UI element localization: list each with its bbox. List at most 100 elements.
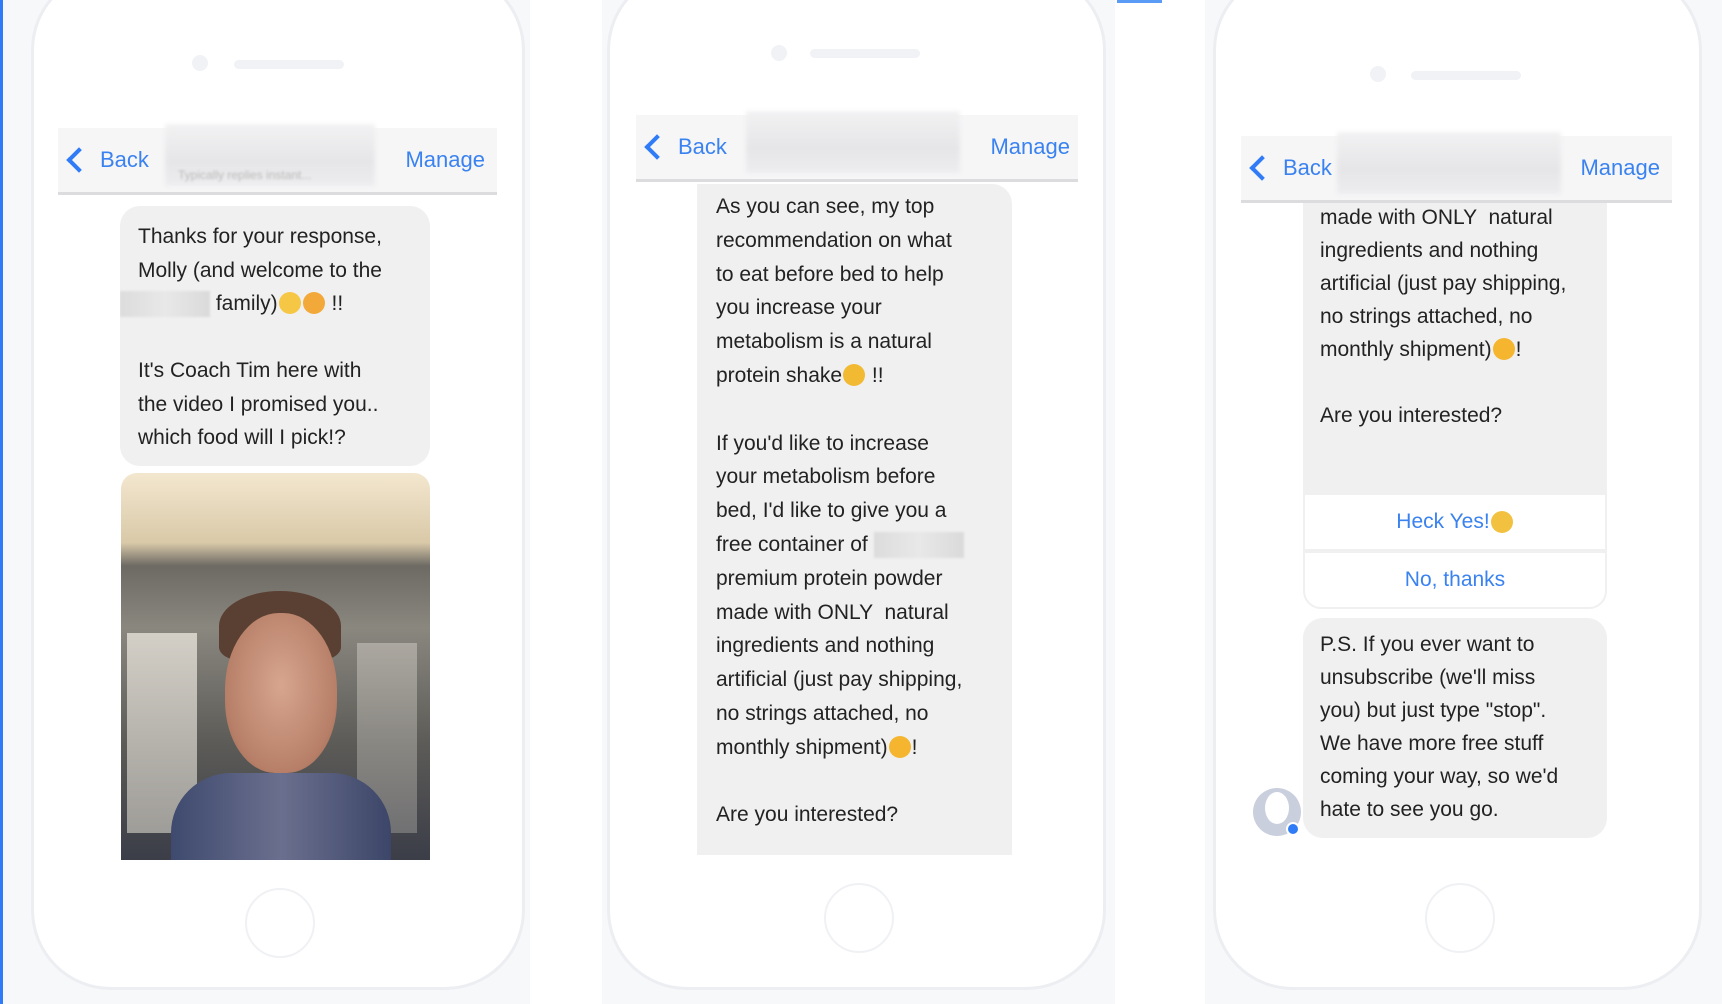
grinning-face-icon xyxy=(888,735,911,758)
hugging-face-icon xyxy=(302,292,325,314)
redacted-brand-name xyxy=(873,532,964,559)
message-text: !! xyxy=(866,363,884,387)
message-text: the video I promised you.. xyxy=(138,392,379,416)
redacted-page-name xyxy=(746,111,960,173)
video-thumbnail[interactable] xyxy=(121,473,430,860)
message-line: protein shake !! xyxy=(716,359,1012,393)
message-line: bed, I'd like to give you a xyxy=(716,494,1012,528)
message-line: Are you interested? xyxy=(1320,399,1607,432)
message-bubble: Thanks for your response, Molly (and welc… xyxy=(120,206,430,466)
grinning-face-icon xyxy=(1492,338,1515,360)
camera xyxy=(771,45,787,61)
message-text: your metabolism before xyxy=(716,465,936,489)
message-text: It's Coach Tim here with xyxy=(138,359,362,382)
ps-message-bubble: P.S. If you ever want to unsubscribe (we'… xyxy=(1303,618,1607,838)
message-text: bed, I'd like to give you a xyxy=(716,499,947,523)
message-line xyxy=(138,321,430,355)
speaker xyxy=(234,60,344,69)
camera xyxy=(1370,66,1386,82)
camera xyxy=(192,55,208,71)
message-bubble: As you can see, my top recommendation on … xyxy=(697,184,1012,855)
back-button[interactable]: Back xyxy=(642,115,727,179)
message-text: family) xyxy=(210,292,278,315)
message-line: free container of xyxy=(716,528,1012,562)
home-button[interactable] xyxy=(245,888,315,958)
message-line: family) !! xyxy=(120,287,430,321)
message-text: made with ONLY natural xyxy=(1320,206,1553,229)
message-line: no strings attached, no xyxy=(1320,300,1607,333)
message-line: monthly shipment)! xyxy=(716,731,1012,765)
back-button[interactable]: Back xyxy=(1247,136,1332,200)
chevron-left-icon xyxy=(66,147,92,173)
messenger-badge-icon xyxy=(1286,822,1300,836)
message-line: artificial (just pay shipping, xyxy=(716,663,1012,697)
message-line: If you'd like to increase xyxy=(716,427,1012,461)
chat-header: Back Manage xyxy=(636,111,1078,182)
top-accent-bar xyxy=(1117,0,1162,3)
trophy-icon xyxy=(843,363,866,386)
home-button[interactable] xyxy=(1425,883,1495,953)
message-text: you increase your xyxy=(716,296,882,320)
quick-reply-label: No, thanks xyxy=(1404,568,1506,591)
message-text: no strings attached, no xyxy=(1320,305,1533,328)
message-text: ! xyxy=(911,735,918,759)
message-line: metabolism is a natural xyxy=(716,325,1012,359)
message-line: the video I promised you.. xyxy=(138,388,430,422)
message-text: If you'd like to increase xyxy=(716,431,929,455)
redacted-brand-name xyxy=(120,291,210,318)
message-line: monthly shipment)! xyxy=(1320,333,1607,366)
message-line: artificial (just pay shipping, xyxy=(1320,267,1607,300)
message-text: you) but just type "stop". xyxy=(1320,699,1547,722)
message-line: We have more free stuff xyxy=(1320,727,1607,760)
message-text: metabolism is a natural xyxy=(716,330,932,354)
raising-hands-icon xyxy=(1490,511,1513,533)
chat-header: Back Manage xyxy=(1241,132,1672,203)
message-line: Thanks for your response, xyxy=(138,220,430,254)
message-text: artificial (just pay shipping, xyxy=(716,668,963,692)
message-text: artificial (just pay shipping, xyxy=(1320,272,1567,295)
message-line: hate to see you go. xyxy=(1320,793,1607,826)
message-text: Thanks for your response, xyxy=(138,225,382,248)
back-button[interactable]: Back xyxy=(64,128,149,192)
waving-hands-icon xyxy=(278,292,301,314)
quick-reply-heck-yes[interactable]: Heck Yes! xyxy=(1303,493,1607,551)
message-line: Molly (and welcome to the xyxy=(138,254,430,288)
person-body xyxy=(171,773,391,860)
message-line: ingredients and nothing xyxy=(1320,234,1607,267)
manage-button[interactable]: Manage xyxy=(405,128,485,192)
message-line: made with ONLY natural xyxy=(716,596,1012,630)
message-text: free container of xyxy=(716,532,874,556)
home-button[interactable] xyxy=(824,883,894,953)
avatar-silhouette xyxy=(1265,792,1289,824)
message-line: It's Coach Tim here with xyxy=(138,354,430,388)
message-line xyxy=(716,393,1012,427)
message-text: premium protein powder xyxy=(716,566,943,590)
message-text: monthly shipment) xyxy=(1320,338,1492,361)
quick-reply-no-thanks[interactable]: No, thanks xyxy=(1303,551,1607,609)
speaker xyxy=(810,49,920,58)
message-text: Are you interested? xyxy=(716,803,899,827)
message-text: P.S. If you ever want to xyxy=(1320,633,1535,656)
chevron-left-icon xyxy=(1249,155,1275,181)
chevron-left-icon xyxy=(644,134,670,160)
message-line: coming your way, so we'd xyxy=(1320,760,1607,793)
message-line: premium protein powder xyxy=(716,562,1012,596)
message-line: no strings attached, no xyxy=(716,697,1012,731)
message-text: unsubscribe (we'll miss xyxy=(1320,666,1536,689)
message-text: We have more free stuff xyxy=(1320,732,1544,755)
message-line: made with ONLY natural xyxy=(1320,201,1607,234)
message-line: As you can see, my top xyxy=(716,190,1012,224)
manage-button[interactable]: Manage xyxy=(990,115,1070,179)
message-bubble: premium protein powdermade with ONLY nat… xyxy=(1303,185,1607,495)
message-line xyxy=(1320,366,1607,399)
redacted-page-name xyxy=(1337,132,1561,194)
message-line: which food will I pick!? xyxy=(138,421,430,455)
message-text: made with ONLY natural xyxy=(716,600,949,624)
message-line: to eat before bed to help xyxy=(716,258,1012,292)
message-line: P.S. If you ever want to xyxy=(1320,628,1607,661)
message-text: to eat before bed to help xyxy=(716,262,944,286)
back-label: Back xyxy=(678,134,727,159)
manage-button[interactable]: Manage xyxy=(1580,136,1660,200)
message-text: hate to see you go. xyxy=(1320,798,1499,821)
message-line: you) but just type "stop". xyxy=(1320,694,1607,727)
